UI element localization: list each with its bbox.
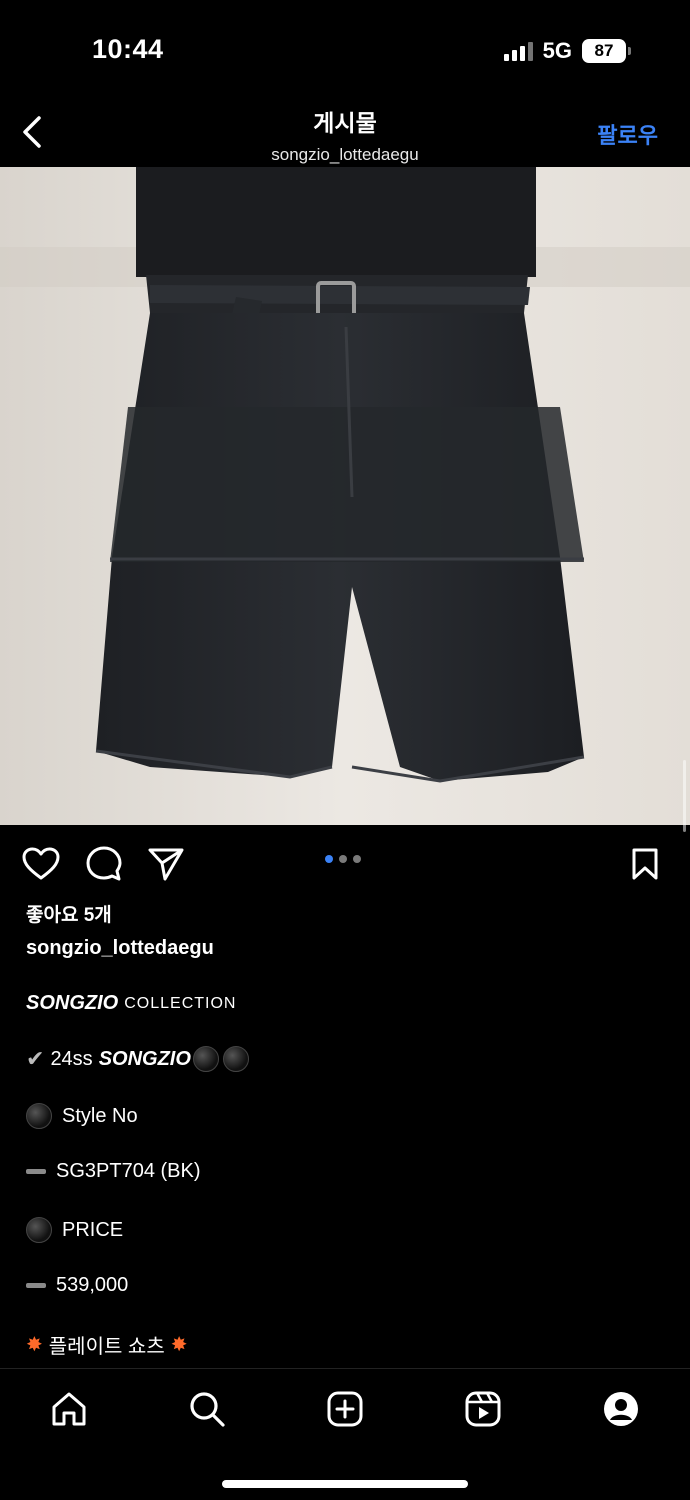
price-label: PRICE	[62, 1218, 124, 1241]
network-type: 5G	[542, 38, 572, 63]
price-value: 539,000	[56, 1274, 129, 1296]
signal-icon	[503, 41, 533, 61]
header-username[interactable]: songzio_lottedaegu	[0, 145, 690, 165]
collision-icon: ✸	[26, 1334, 43, 1356]
caption-line-price-value: 539,000	[26, 1274, 128, 1297]
heart-icon	[22, 847, 60, 880]
bookmark-icon	[632, 848, 658, 880]
caption-line-season: ✔ 24ss SONGZIO	[26, 1046, 249, 1072]
style-label: Style No	[62, 1104, 138, 1127]
home-indicator[interactable]	[222, 1480, 468, 1488]
nav-reels[interactable]	[463, 1389, 503, 1429]
caption-line-price: PRICE	[26, 1217, 123, 1243]
share-button[interactable]	[146, 844, 186, 884]
page-title: 게시물	[313, 110, 377, 136]
carousel-dot	[339, 855, 347, 863]
status-time: 10:44	[92, 34, 164, 64]
like-count[interactable]: 좋아요 5개	[26, 900, 666, 927]
home-icon	[52, 1392, 86, 1426]
brand-name: SONGZIO	[26, 992, 119, 1014]
comment-button[interactable]	[84, 844, 124, 884]
scroll-indicator[interactable]	[683, 760, 686, 832]
post-actions	[0, 838, 690, 890]
create-icon	[327, 1391, 363, 1427]
nav-home[interactable]	[49, 1389, 89, 1429]
follow-button[interactable]: 팔로우	[597, 118, 658, 150]
caption-author[interactable]: songzio_lottedaegu	[26, 937, 666, 960]
season-label: 24ss	[50, 1047, 93, 1070]
caption-line-style: Style No	[26, 1103, 138, 1129]
shorts-photo	[0, 167, 690, 825]
header-titles: 게시물 songzio_lottedaegu	[0, 104, 690, 165]
post-header: 게시물 songzio_lottedaegu 팔로우	[0, 100, 690, 166]
black-circle-icon	[222, 1046, 249, 1072]
carousel-dot	[353, 855, 361, 863]
black-circle-icon	[192, 1046, 219, 1072]
save-button[interactable]	[625, 844, 665, 884]
battery-icon: 87	[582, 39, 631, 63]
carousel-dot	[325, 855, 333, 863]
black-circle-icon	[26, 1103, 52, 1129]
status-indicators: 5G 87	[503, 38, 631, 64]
caption-line-brand: SONGZIO COLLECTION	[26, 992, 236, 1015]
profile-icon	[604, 1392, 638, 1426]
nav-create[interactable]	[325, 1389, 365, 1429]
search-icon	[190, 1392, 225, 1427]
collection-label: COLLECTION	[124, 994, 237, 1012]
product-name: 플레이트 쇼츠	[48, 1336, 165, 1358]
dash-icon	[26, 1169, 46, 1174]
send-icon	[148, 848, 184, 881]
nav-search[interactable]	[187, 1389, 227, 1429]
post-caption: 좋아요 5개 songzio_lottedaegu SONGZIO COLLEC…	[26, 900, 666, 1358]
style-value: SG3PT704 (BK)	[56, 1160, 201, 1182]
reels-icon	[465, 1391, 501, 1427]
bottom-nav	[0, 1368, 690, 1500]
collision-icon: ✸	[170, 1334, 188, 1356]
battery-level: 87	[594, 41, 614, 60]
check-icon: ✔	[26, 1046, 45, 1071]
nav-profile[interactable]	[601, 1389, 641, 1429]
status-bar: 10:44 5G 87	[0, 0, 690, 100]
post-image[interactable]	[0, 167, 690, 825]
comment-icon	[86, 846, 122, 881]
like-button[interactable]	[21, 844, 61, 884]
caption-line-product: ✸ 플레이트 쇼츠 ✸	[26, 1330, 188, 1359]
season-brand: SONGZIO	[98, 1047, 191, 1070]
caption-line-style-value: SG3PT704 (BK)	[26, 1160, 201, 1183]
carousel-dots	[325, 855, 361, 863]
dash-icon	[26, 1283, 46, 1288]
black-circle-icon	[26, 1217, 52, 1243]
